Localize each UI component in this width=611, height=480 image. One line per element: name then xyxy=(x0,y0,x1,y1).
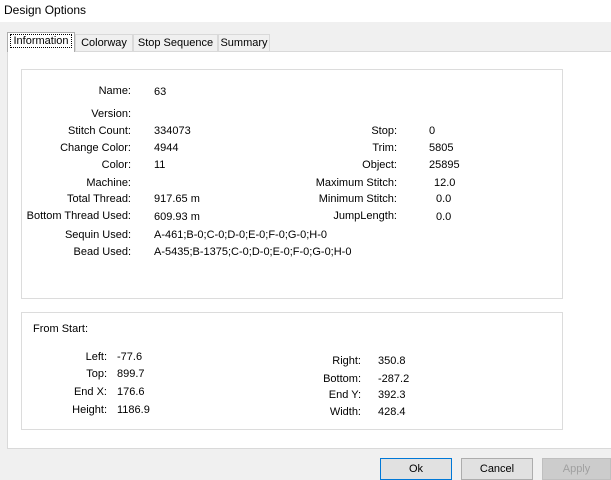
trim-value: 5805 xyxy=(429,142,454,154)
jump-length-label: JumpLength: xyxy=(333,210,397,222)
max-stitch-label: Maximum Stitch: xyxy=(315,177,397,189)
object-label: Object: xyxy=(362,159,397,171)
window-title: Design Options xyxy=(4,3,87,17)
tab-summary[interactable]: Summary xyxy=(218,34,270,51)
height-label: Height: xyxy=(72,404,107,416)
sequin-value: A-461;B-0;C-0;D-0;E-0;F-0;G-0;H-0 xyxy=(154,229,327,241)
sequin-label: Sequin Used: xyxy=(64,229,131,241)
name-label: Name: xyxy=(98,85,131,97)
right-value: 350.8 xyxy=(378,355,406,367)
left-value: -77.6 xyxy=(117,351,143,363)
from-start-heading: From Start: xyxy=(33,323,89,335)
bead-value: A-5435;B-1375;C-0;D-0;E-0;F-0;G-0;H-0 xyxy=(154,246,352,258)
jump-length-value: 0.0 xyxy=(436,211,452,223)
trim-label: Trim: xyxy=(372,142,397,154)
width-value: 428.4 xyxy=(378,406,406,418)
bead-label: Bead Used: xyxy=(73,246,131,258)
version-label: Version: xyxy=(91,108,131,120)
machine-label: Machine: xyxy=(86,177,131,189)
end-x-label: End X: xyxy=(73,386,107,398)
ok-button[interactable]: Ok xyxy=(380,458,452,480)
tab-colorway-label: Colorway xyxy=(81,37,127,49)
total-thread-label: Total Thread: xyxy=(66,193,131,205)
color-value: 11 xyxy=(154,159,166,171)
color-label: Color: xyxy=(101,159,131,171)
min-stitch-label: Minimum Stitch: xyxy=(318,193,397,205)
right-label: Right: xyxy=(332,355,361,367)
object-value: 25895 xyxy=(429,159,460,171)
end-x-value: 176.6 xyxy=(117,386,145,398)
tab-stop-sequence-label: Stop Sequence xyxy=(137,37,214,49)
total-thread-value: 917.65 m xyxy=(154,193,200,205)
width-label: Width: xyxy=(329,406,361,418)
cancel-button[interactable]: Cancel xyxy=(461,458,533,480)
stitch-count-value: 334073 xyxy=(154,125,191,137)
left-label: Left: xyxy=(85,351,107,363)
bottom-label: Bottom: xyxy=(323,373,361,385)
change-color-label: Change Color: xyxy=(60,142,131,154)
title-bar: Design Options xyxy=(0,0,611,22)
end-y-label: End Y: xyxy=(328,389,361,401)
name-value: 63 xyxy=(154,86,167,98)
max-stitch-value: 12.0 xyxy=(434,177,456,189)
tab-summary-label: Summary xyxy=(220,37,268,49)
tab-stop-sequence[interactable]: Stop Sequence xyxy=(133,34,218,51)
stitch-count-label: Stitch Count: xyxy=(68,125,131,137)
min-stitch-value: 0.0 xyxy=(436,193,452,205)
change-color-value: 4944 xyxy=(154,142,179,154)
tab-information[interactable]: Information xyxy=(7,32,75,52)
top-value: 899.7 xyxy=(117,368,145,380)
top-label: Top: xyxy=(86,368,107,380)
stop-label: Stop: xyxy=(371,125,397,137)
bottom-thread-label: Bottom Thread Used: xyxy=(26,210,131,222)
bottom-thread-value: 609.93 m xyxy=(154,211,200,223)
tab-information-label: Information xyxy=(10,34,72,48)
tab-colorway[interactable]: Colorway xyxy=(75,34,133,51)
stop-value: 0 xyxy=(429,125,436,137)
end-y-value: 392.3 xyxy=(378,389,406,401)
apply-button[interactable]: Apply xyxy=(542,458,611,480)
height-value: 1186.9 xyxy=(117,404,150,416)
bottom-value: -287.2 xyxy=(378,373,410,385)
